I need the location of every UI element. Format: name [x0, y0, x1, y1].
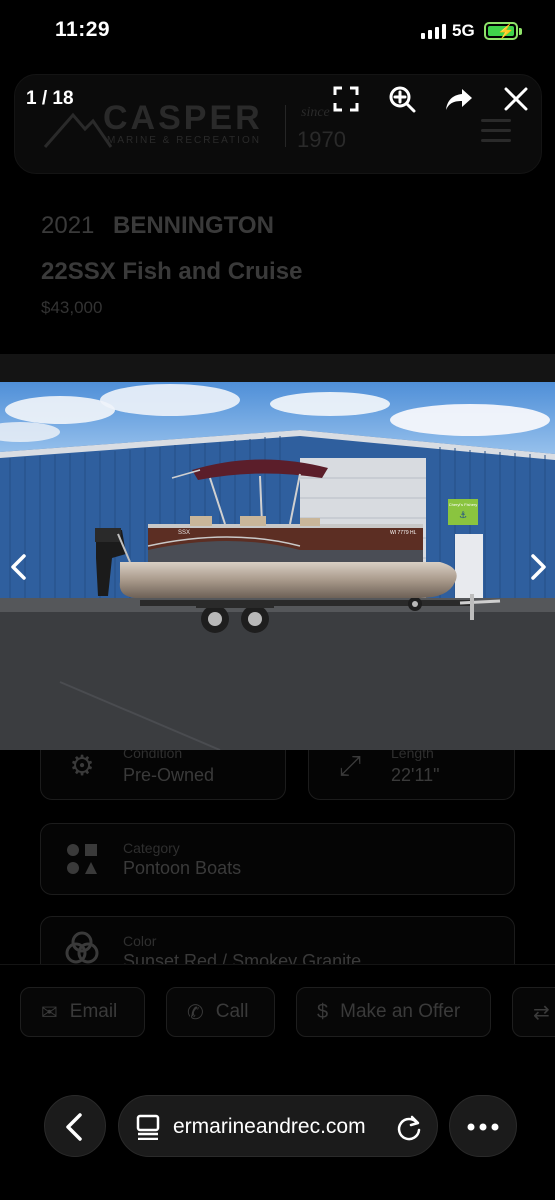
- spec-value: 22'11": [391, 765, 440, 785]
- photo-strip: [0, 354, 555, 382]
- color-circles-icon: [65, 931, 99, 965]
- status-bar: 11:29 5G ⚡: [0, 0, 555, 62]
- tabs-icon[interactable]: [135, 1114, 163, 1140]
- offer-icon: $: [317, 1000, 329, 1023]
- menu-icon[interactable]: [481, 119, 511, 149]
- status-time: 11:29: [55, 18, 111, 41]
- mail-icon: ✉: [41, 1001, 58, 1024]
- boat-make: BENNINGTON: [113, 212, 274, 239]
- boat-year: 2021: [41, 212, 95, 239]
- logo-year: 1970: [297, 127, 346, 152]
- boat-photo-image: Cheryl's Fishery ⚓ SSX WI 7779 HL: [0, 382, 555, 750]
- url-text: ermarineandrec.com: [173, 1115, 366, 1138]
- back-button[interactable]: [44, 1095, 106, 1157]
- address-bar[interactable]: ermarineandrec.com: [118, 1095, 438, 1157]
- next-photo-icon[interactable]: [523, 550, 553, 584]
- spec-label: Color: [123, 933, 157, 949]
- more-icon: [467, 1123, 499, 1131]
- cellular-signal-icon: [421, 23, 446, 39]
- spec-value: Pontoon Boats: [123, 858, 242, 878]
- email-label: Email: [69, 1001, 118, 1022]
- zoom-in-icon[interactable]: [387, 84, 417, 114]
- battery-icon: ⚡: [484, 22, 518, 40]
- boat-model: 22SSX Fish and Cruise: [41, 258, 303, 285]
- network-type: 5G: [452, 21, 475, 40]
- logo-divider: [285, 105, 286, 147]
- reload-icon[interactable]: [395, 1114, 423, 1142]
- sign-text: Cheryl's Fishery: [449, 502, 478, 507]
- more-options-button[interactable]: [449, 1095, 517, 1157]
- ruler-icon: ⤢: [338, 750, 362, 781]
- previous-photo-icon[interactable]: [4, 550, 34, 584]
- boat-photo[interactable]: Cheryl's Fishery ⚓ SSX WI 7779 HL: [0, 382, 555, 750]
- phone-icon: ✆: [187, 1001, 204, 1024]
- svg-text:SSX: SSX: [178, 530, 190, 536]
- share-icon[interactable]: [444, 84, 474, 114]
- fullscreen-icon[interactable]: [331, 84, 361, 114]
- gear-icon: ⚙: [69, 750, 95, 781]
- call-label: Call: [215, 1001, 249, 1022]
- gallery-counter: 1 / 18: [26, 88, 74, 109]
- make-offer-button[interactable]: $ Make an Offer: [296, 987, 491, 1037]
- spec-value: Pre-Owned: [123, 765, 215, 785]
- offer-label: Make an Offer: [340, 1001, 461, 1022]
- browser-toolbar: ermarineandrec.com: [0, 1060, 555, 1200]
- spec-label: Category: [123, 840, 180, 856]
- call-button[interactable]: ✆ Call: [166, 987, 275, 1037]
- boat-price: $43,000: [41, 298, 103, 317]
- logo-name: CASPER: [103, 99, 263, 137]
- trade-button[interactable]: ⇄: [512, 987, 555, 1037]
- trade-icon: ⇄: [533, 1001, 550, 1024]
- registration-number: WI 7779 HL: [390, 530, 417, 536]
- svg-text:⚓: ⚓: [459, 511, 467, 521]
- spec-card-category: Category Pontoon Boats: [40, 823, 515, 895]
- logo-tagline: MARINE & RECREATION: [107, 135, 261, 146]
- email-button[interactable]: ✉ Email: [20, 987, 145, 1037]
- logo-since: since: [301, 105, 330, 120]
- close-icon[interactable]: [501, 84, 531, 114]
- battery-tip: [519, 28, 522, 35]
- chevron-left-icon: [66, 1113, 82, 1141]
- action-bar: ✉ Email ✆ Call $ Make an Offer ⇄: [0, 964, 555, 1064]
- shapes-icon: [65, 842, 99, 876]
